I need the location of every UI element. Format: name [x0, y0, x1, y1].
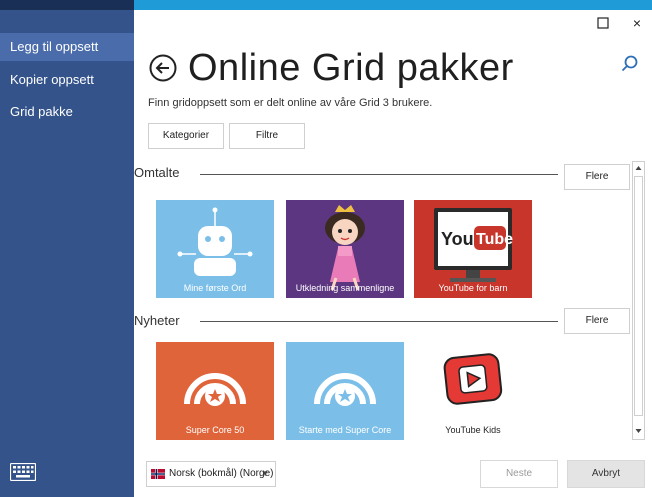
sidebar: Legg til oppsett Kopier oppsett Grid pak…	[0, 0, 134, 497]
more-news-button[interactable]: Flere	[564, 308, 630, 334]
close-window-button[interactable]: ×	[628, 14, 646, 32]
keyboard-icon[interactable]	[10, 463, 36, 481]
tile-super-core-50[interactable]: Super Core 50	[156, 342, 274, 440]
cancel-button[interactable]: Avbryt	[567, 460, 645, 488]
section-title-news: Nyheter	[134, 313, 180, 328]
svg-text:You: You	[441, 229, 474, 249]
tile-youtube-kids[interactable]: YouTube Kids	[414, 342, 532, 440]
categories-button[interactable]: Kategorier	[148, 123, 224, 149]
tile-label: Utkledning sammenligne	[295, 283, 395, 293]
tile-mine-forste-ord[interactable]: Mine første Ord	[156, 200, 274, 298]
scroll-up-icon[interactable]	[634, 163, 643, 173]
sidebar-item-copy-layout[interactable]: Kopier oppsett	[0, 66, 134, 94]
tile-utkledning-sammenligne[interactable]: Utkledning sammenligne	[286, 200, 404, 298]
tile-label: YouTube Kids	[445, 425, 501, 435]
sidebar-item-add-layout[interactable]: Legg til oppsett	[0, 33, 134, 61]
tile-label: YouTube for barn	[438, 283, 508, 293]
language-select-value: Norsk (bokmål) (Norge)	[169, 468, 274, 479]
tile-label: Starte med Super Core	[298, 425, 392, 435]
vertical-scrollbar[interactable]	[632, 161, 645, 440]
section-divider	[200, 321, 558, 322]
tile-label: Super Core 50	[185, 425, 245, 435]
language-select[interactable]: Norsk (bokmål) (Norge) ▼	[146, 461, 276, 487]
sidebar-header-strip	[0, 0, 134, 10]
back-arrow-icon[interactable]	[148, 53, 178, 83]
sidebar-item-grid-package[interactable]: Grid pakke	[0, 98, 134, 126]
more-featured-button[interactable]: Flere	[564, 164, 630, 190]
tile-youtube-for-barn[interactable]: You Tube YouTube for barn	[414, 200, 532, 298]
search-icon[interactable]	[620, 54, 640, 74]
tile-label: Mine første Ord	[183, 283, 247, 293]
chevron-down-icon: ▼	[261, 469, 269, 478]
maximize-icon[interactable]	[594, 14, 612, 32]
page-title: Online Grid pakker	[188, 46, 514, 89]
tile-starte-med-super-core[interactable]: Starte med Super Core	[286, 342, 404, 440]
scroll-thumb[interactable]	[634, 176, 643, 416]
page-subtitle: Finn gridoppsett som er delt online av v…	[148, 97, 433, 109]
next-button[interactable]: Neste	[480, 460, 558, 488]
scroll-down-icon[interactable]	[634, 426, 643, 436]
section-divider	[200, 174, 558, 175]
norway-flag-icon	[151, 469, 165, 479]
svg-text:Tube: Tube	[476, 231, 513, 248]
section-title-featured: Omtalte	[134, 165, 180, 180]
page-header: Online Grid pakker	[148, 44, 514, 92]
filters-button[interactable]: Filtre	[229, 123, 305, 149]
